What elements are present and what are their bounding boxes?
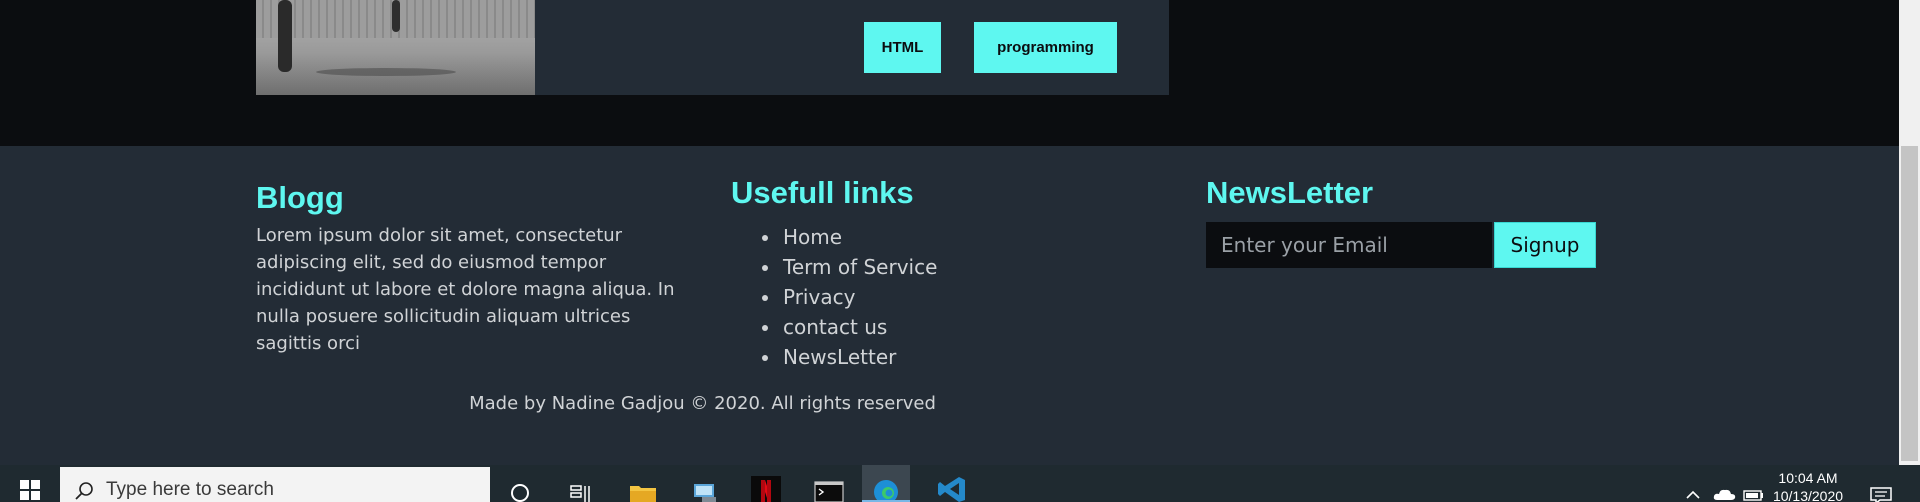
vscode-icon	[938, 477, 965, 502]
clock-time: 10:04 AM	[1778, 470, 1838, 486]
scrollbar-thumb[interactable]	[1901, 146, 1918, 461]
clock-date: 10/13/2020	[1772, 488, 1844, 502]
search-placeholder: Type here to search	[106, 478, 274, 500]
taskbar-clock[interactable]: 10:04 AM 10/13/2020	[1768, 469, 1848, 502]
start-button[interactable]	[0, 465, 60, 502]
vscode-button[interactable]	[928, 465, 976, 502]
link-privacy[interactable]: Privacy	[783, 285, 855, 309]
link-terms[interactable]: Term of Service	[783, 255, 937, 279]
terminal-icon	[814, 481, 844, 502]
notifications-button[interactable]	[1868, 465, 1894, 502]
tag-programming-button[interactable]: programming	[974, 22, 1117, 73]
onedrive-button[interactable]	[1712, 465, 1738, 502]
browser-viewport: HTML programming Blogg Lorem ipsum dolor…	[0, 0, 1899, 465]
site-footer: Blogg Lorem ipsum dolor sit amet, consec…	[0, 146, 1899, 465]
list-item: contact us	[781, 312, 937, 342]
file-explorer-icon	[630, 486, 656, 502]
list-item: Home	[781, 222, 937, 252]
battery-button[interactable]	[1742, 465, 1766, 502]
notifications-icon	[1870, 487, 1892, 502]
blog-description: Lorem ipsum dolor sit amet, consectetur …	[256, 225, 675, 354]
task-view-icon	[570, 485, 590, 502]
copyright-text: Made by Nadine Gadjou © 2020. All rights…	[469, 393, 936, 414]
netflix-icon	[751, 476, 781, 502]
file-explorer-button[interactable]	[619, 465, 667, 502]
page-scrollbar[interactable]	[1899, 0, 1920, 465]
network-pc-icon	[694, 484, 716, 502]
cortana-button[interactable]	[496, 465, 544, 502]
taskbar-search-box[interactable]: Type here to search	[60, 467, 490, 502]
terminal-button[interactable]	[805, 465, 853, 502]
list-item: NewsLetter	[781, 342, 937, 372]
list-item: Term of Service	[781, 252, 937, 282]
edge-browser-button[interactable]	[862, 465, 910, 502]
newsletter-title: NewsLetter	[1206, 175, 1374, 210]
onedrive-icon	[1713, 489, 1736, 500]
network-pc-button[interactable]	[682, 465, 730, 502]
post-card: HTML programming	[256, 0, 1169, 95]
link-contact[interactable]: contact us	[783, 315, 887, 339]
cortana-icon	[511, 484, 529, 502]
search-icon	[75, 481, 93, 500]
list-item: Privacy	[781, 282, 937, 312]
edge-icon	[874, 480, 898, 502]
netflix-button[interactable]	[742, 465, 790, 502]
link-home[interactable]: Home	[783, 225, 842, 249]
tag-html-button[interactable]: HTML	[864, 22, 941, 73]
battery-icon	[1743, 490, 1763, 501]
post-image	[256, 0, 535, 95]
email-field[interactable]	[1206, 222, 1492, 268]
useful-links-list: Home Term of Service Privacy contact us …	[757, 222, 937, 372]
link-newsletter[interactable]: NewsLetter	[783, 345, 896, 369]
chevron-up-icon	[1686, 490, 1700, 499]
windows-logo-icon	[20, 479, 40, 500]
windows-taskbar: Type here to search 10:04 AM 10/13/2020	[0, 465, 1920, 502]
tray-chevron-button[interactable]	[1683, 465, 1703, 502]
blog-title: Blogg	[256, 180, 344, 215]
signup-button[interactable]: Signup	[1494, 222, 1596, 268]
task-view-button[interactable]	[556, 465, 604, 502]
useful-links-title: Usefull links	[731, 175, 914, 210]
